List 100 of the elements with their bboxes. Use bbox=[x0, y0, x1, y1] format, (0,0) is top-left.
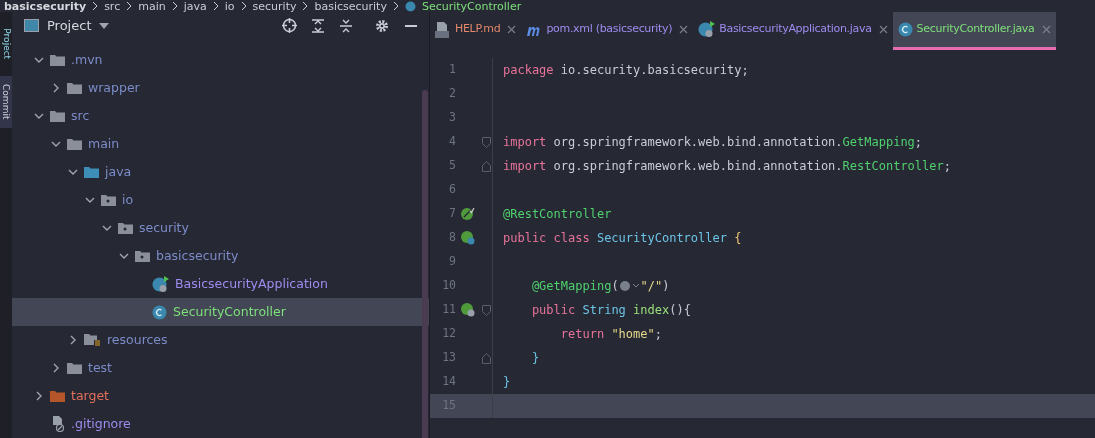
chevron-down-icon[interactable] bbox=[68, 167, 78, 177]
dropdown-icon[interactable] bbox=[99, 22, 110, 29]
class-icon bbox=[897, 22, 913, 37]
line-number: 10 bbox=[441, 277, 456, 295]
spring-class-icon bbox=[152, 275, 169, 293]
code-token: RestController bbox=[842, 158, 944, 175]
chevron-down-icon[interactable] bbox=[34, 111, 44, 121]
panel-title[interactable]: Project bbox=[47, 15, 92, 36]
code-token: import bbox=[503, 158, 547, 175]
chevron-right-icon[interactable] bbox=[34, 391, 44, 401]
chevron-down-icon[interactable] bbox=[119, 251, 129, 261]
breadcrumb-item[interactable]: java bbox=[183, 0, 207, 12]
code-token: } bbox=[503, 374, 511, 391]
settings-icon[interactable] bbox=[375, 18, 389, 33]
tree-item[interactable]: test bbox=[12, 354, 429, 382]
class-icon bbox=[152, 304, 167, 320]
editor-tab[interactable]: BasicsecurityApplication.java bbox=[693, 12, 893, 50]
code-token: ; bbox=[943, 158, 951, 175]
tree-item[interactable]: src bbox=[12, 102, 429, 130]
close-icon[interactable] bbox=[878, 25, 888, 34]
chevron-right-icon bbox=[302, 2, 309, 10]
line-number: 5 bbox=[448, 157, 456, 175]
package-folder-icon bbox=[101, 194, 116, 206]
scrollbar[interactable] bbox=[422, 90, 428, 438]
collapse-all-icon[interactable] bbox=[339, 18, 353, 33]
breadcrumb-item[interactable]: basicsecurity bbox=[4, 0, 87, 12]
code-token: { bbox=[734, 230, 742, 247]
line-number: 7 bbox=[448, 205, 456, 223]
tree-item[interactable]: SecurityController bbox=[12, 298, 429, 326]
line-number: 14 bbox=[441, 373, 456, 391]
code-token: org.springframework.web.bind.annotation. bbox=[552, 158, 843, 175]
folder-icon bbox=[67, 138, 82, 150]
chevron-right-icon bbox=[171, 2, 178, 10]
code-token: "/" bbox=[640, 278, 663, 295]
line-number: 8 bbox=[448, 229, 456, 247]
tree-item[interactable]: target bbox=[12, 382, 429, 410]
chevron-right-icon bbox=[212, 2, 219, 10]
code-token: } bbox=[530, 350, 540, 367]
folder-icon bbox=[84, 166, 99, 178]
side-tab[interactable]: Commit bbox=[0, 76, 12, 128]
tree-item[interactable]: main bbox=[12, 130, 429, 158]
bean-globe-icon[interactable] bbox=[461, 303, 475, 317]
tree-item[interactable]: basicsecurity bbox=[12, 242, 429, 270]
chevron-right-icon[interactable] bbox=[51, 363, 61, 373]
tree-item[interactable]: .mvn bbox=[12, 46, 429, 74]
class-icon bbox=[404, 0, 416, 12]
code-token: import bbox=[503, 134, 547, 151]
code-token: @RestController bbox=[503, 206, 612, 223]
markdown-file-icon bbox=[435, 21, 451, 38]
folder-icon bbox=[50, 54, 65, 66]
bean-web-icon[interactable] bbox=[461, 231, 475, 245]
breadcrumb-item[interactable]: security bbox=[252, 0, 297, 12]
tree-item[interactable]: io bbox=[12, 186, 429, 214]
code-token: io.security.basicsecurity; bbox=[559, 62, 749, 79]
chevron-down-icon[interactable] bbox=[102, 223, 112, 233]
chevron-down-icon[interactable] bbox=[85, 195, 95, 205]
chevron-right-icon[interactable] bbox=[68, 335, 78, 345]
globe-hint-icon[interactable] bbox=[618, 280, 641, 292]
close-icon[interactable] bbox=[679, 25, 689, 34]
folder-icon bbox=[67, 362, 82, 374]
line-number: 6 bbox=[448, 181, 456, 199]
tree-item[interactable]: java bbox=[12, 158, 429, 186]
fold-start-icon[interactable] bbox=[481, 136, 491, 148]
tree-item[interactable]: .gitignore bbox=[12, 410, 429, 438]
code-token: String bbox=[582, 302, 627, 319]
tree-item[interactable]: security bbox=[12, 214, 429, 242]
editor-tab[interactable]: SecurityController.java bbox=[892, 12, 1056, 50]
editor-tab[interactable]: pom.xml (basicsecurity) bbox=[521, 12, 694, 50]
package-folder-icon bbox=[118, 222, 133, 234]
code-token: "home" bbox=[611, 326, 655, 343]
breadcrumb-item[interactable]: SecurityController bbox=[421, 0, 522, 12]
chevron-down-icon[interactable] bbox=[34, 55, 44, 65]
line-number: 9 bbox=[448, 253, 456, 271]
editor-tab[interactable]: HELP.md bbox=[430, 12, 522, 50]
expand-all-icon[interactable] bbox=[311, 18, 325, 33]
tree-item[interactable]: BasicsecurityApplication bbox=[12, 270, 429, 298]
breadcrumb-item[interactable]: main bbox=[138, 0, 166, 12]
bean-icon[interactable] bbox=[461, 207, 475, 221]
chevron-right-icon bbox=[92, 2, 99, 10]
tree-item[interactable]: wrapper bbox=[12, 74, 429, 102]
code-token: GetMapping bbox=[842, 134, 915, 151]
close-icon[interactable] bbox=[507, 25, 517, 34]
fold-start-icon[interactable] bbox=[481, 304, 491, 316]
chevron-right-icon bbox=[240, 2, 247, 10]
line-number: 2 bbox=[448, 85, 456, 103]
chevron-down-icon[interactable] bbox=[51, 139, 61, 149]
breadcrumb-item[interactable]: io bbox=[224, 0, 235, 12]
package-folder-icon bbox=[135, 250, 150, 262]
line-number: 12 bbox=[441, 325, 456, 343]
code-token: SecurityController bbox=[596, 230, 728, 247]
tree-item[interactable]: resources bbox=[12, 326, 429, 354]
panel-icon bbox=[24, 19, 39, 32]
breadcrumb-item[interactable]: basicsecurity bbox=[314, 0, 387, 12]
chevron-right-icon bbox=[392, 2, 399, 10]
minimize-icon[interactable] bbox=[405, 24, 417, 27]
breadcrumb-item[interactable]: src bbox=[104, 0, 121, 12]
code-token: ; bbox=[914, 134, 923, 151]
locate-icon[interactable] bbox=[282, 18, 297, 33]
chevron-right-icon[interactable] bbox=[51, 83, 61, 93]
chevron-right-icon bbox=[126, 2, 133, 10]
